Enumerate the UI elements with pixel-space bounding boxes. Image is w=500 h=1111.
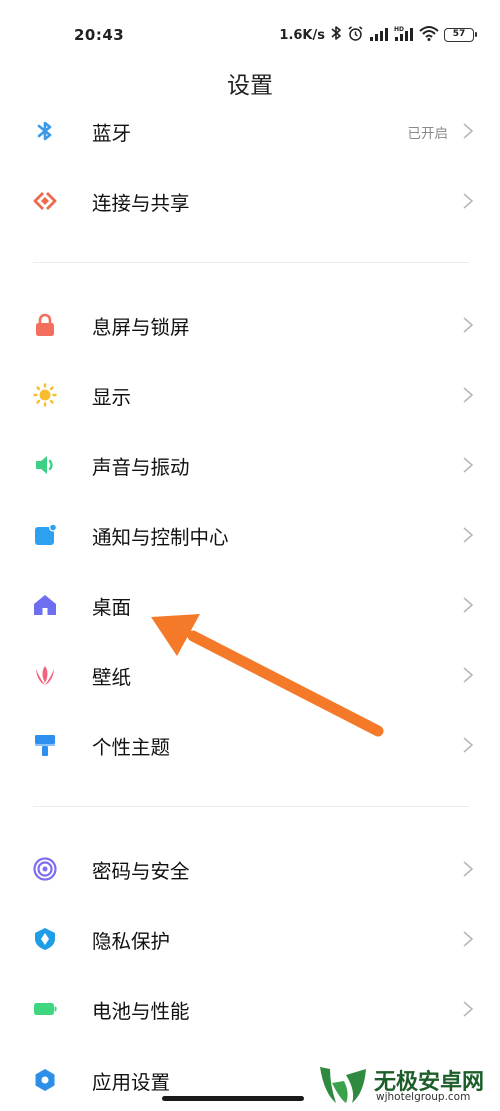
setting-label: 壁纸 — [92, 666, 132, 689]
alarm-icon — [347, 25, 364, 46]
chevron-right-icon — [462, 735, 474, 755]
speaker-icon — [33, 453, 57, 477]
chevron-right-icon — [462, 121, 474, 141]
setting-connection-sharing[interactable]: 连接与共享 — [0, 171, 500, 231]
chevron-right-icon — [462, 455, 474, 475]
setting-label: 连接与共享 — [92, 192, 190, 215]
home-indicator — [162, 1096, 304, 1101]
wifi-icon — [419, 25, 439, 45]
paint-roller-icon — [33, 733, 57, 757]
setting-battery-performance[interactable]: 电池与性能 — [0, 979, 500, 1039]
chevron-right-icon — [462, 665, 474, 685]
chevron-right-icon — [462, 859, 474, 879]
setting-label: 通知与控制中心 — [92, 526, 229, 549]
setting-label: 声音与振动 — [92, 456, 190, 479]
notification-icon — [33, 523, 57, 547]
setting-home-screen[interactable]: 桌面 — [0, 575, 500, 635]
setting-label: 密码与安全 — [92, 860, 190, 883]
signal-icon — [369, 26, 389, 45]
setting-label: 个性主题 — [92, 736, 171, 759]
setting-value: 已开启 — [407, 126, 449, 142]
hd-signal-icon: HD — [394, 25, 414, 45]
setting-bluetooth[interactable]: 蓝牙 已开启 — [0, 101, 500, 161]
watermark-url: wjhotelgroup.com — [376, 1091, 471, 1103]
chevron-right-icon — [462, 595, 474, 615]
setting-label: 显示 — [92, 386, 132, 409]
chevron-right-icon — [462, 929, 474, 949]
watermark: 无极安卓网 wjhotelgroup.com — [316, 1058, 500, 1111]
chevron-right-icon — [462, 315, 474, 335]
chevron-right-icon — [462, 385, 474, 405]
setting-privacy[interactable]: 隐私保护 — [0, 909, 500, 969]
connection-share-icon — [33, 189, 57, 213]
chevron-right-icon — [462, 191, 474, 211]
flower-icon — [33, 663, 57, 687]
setting-lock-screen[interactable]: 息屏与锁屏 — [0, 295, 500, 355]
setting-wallpaper[interactable]: 壁纸 — [0, 645, 500, 705]
svg-text:HD: HD — [394, 26, 404, 33]
status-icons: 1.6K/s HD 57 — [279, 24, 477, 46]
setting-password-security[interactable]: 密码与安全 — [0, 839, 500, 899]
bluetooth-icon — [33, 119, 57, 143]
page-title: 设置 — [227, 73, 273, 99]
privacy-shield-icon — [33, 927, 57, 951]
setting-themes[interactable]: 个性主题 — [0, 715, 500, 775]
setting-label: 隐私保护 — [92, 930, 171, 953]
lock-icon — [33, 313, 57, 337]
setting-notification-control[interactable]: 通知与控制中心 — [0, 505, 500, 565]
setting-label: 桌面 — [92, 596, 132, 619]
settings-screen: 20:43 1.6K/s HD 57 设置 蓝牙 已开启 连接与共享 息屏与锁屏… — [0, 0, 500, 1111]
setting-display[interactable]: 显示 — [0, 365, 500, 425]
section-divider — [33, 806, 469, 807]
fingerprint-icon — [33, 857, 57, 881]
bluetooth-status-icon — [330, 25, 342, 45]
setting-label: 蓝牙 — [92, 122, 132, 145]
section-divider — [33, 262, 469, 263]
chevron-right-icon — [462, 999, 474, 1019]
gear-icon — [33, 1068, 57, 1092]
network-speed: 1.6K/s — [279, 27, 325, 43]
setting-label: 息屏与锁屏 — [92, 316, 190, 339]
chevron-right-icon — [462, 525, 474, 545]
watermark-logo-icon — [320, 1067, 366, 1103]
battery-status-icon: 57 — [444, 28, 477, 42]
status-bar: 20:43 1.6K/s HD 57 — [0, 0, 500, 62]
battery-icon — [33, 997, 57, 1021]
setting-label: 应用设置 — [92, 1071, 171, 1094]
status-time: 20:43 — [74, 26, 125, 44]
setting-sound-vibration[interactable]: 声音与振动 — [0, 435, 500, 495]
setting-label: 电池与性能 — [92, 1000, 190, 1023]
home-icon — [33, 593, 57, 617]
sun-icon — [33, 383, 57, 407]
